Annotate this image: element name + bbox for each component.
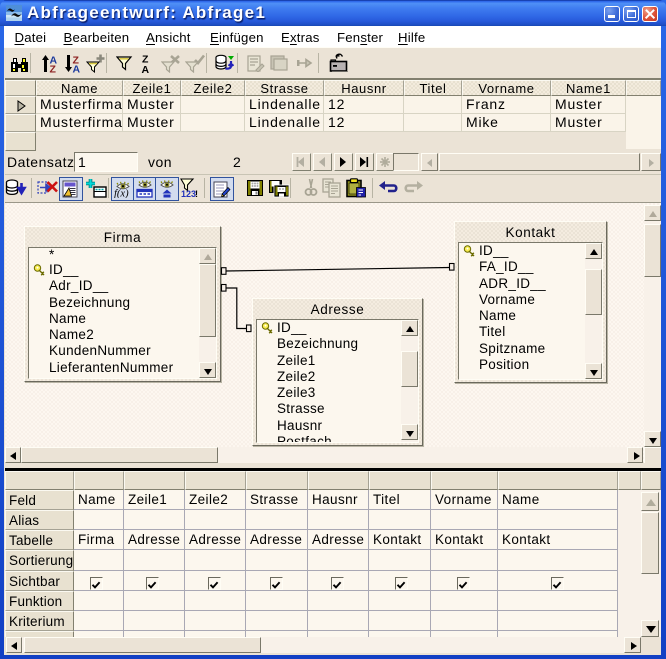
svg-text:123: 123 xyxy=(181,189,196,199)
svg-text:Z: Z xyxy=(50,64,57,74)
svg-text:!: ! xyxy=(195,189,198,199)
svg-text:A: A xyxy=(73,64,81,74)
svg-text:f(x): f(x) xyxy=(114,189,129,199)
svg-text:A: A xyxy=(142,64,150,74)
